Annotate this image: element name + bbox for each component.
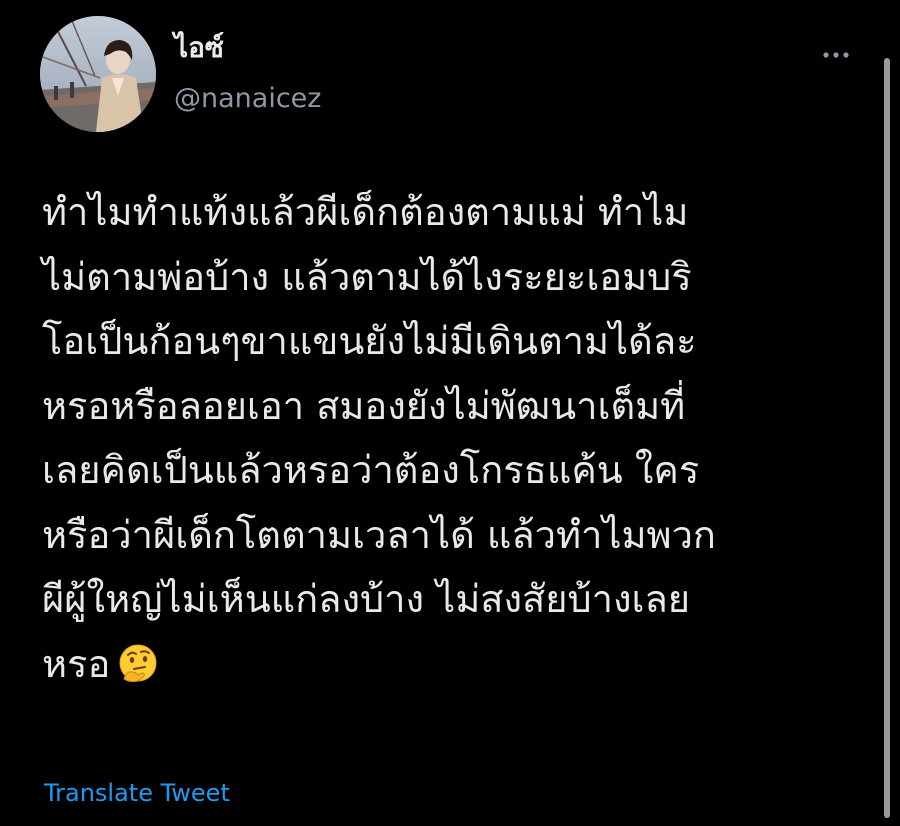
tweet: ไอซ์ @nanaicez ทำไมทำแท้งแล้วผีเด็กต้องต… (0, 0, 900, 826)
tweet-text-line: ผีผู้ใหญ่ไม่เห็นแก่ลงบ้าง ไม่สงสัยบ้างเล… (42, 577, 691, 621)
tweet-text: ทำไมทำแท้งแล้วผีเด็กต้องตามแม่ ทำไม ไม่ต… (42, 180, 842, 696)
thinking-face-emoji-icon (118, 643, 158, 683)
more-options-icon (823, 52, 849, 58)
user-handle[interactable]: @nanaicez (174, 82, 321, 116)
tweet-text-line: ไม่ตามพ่อบ้าง แล้วตามได้ไงระยะเอมบริ (42, 254, 692, 299)
tweet-text-line: ทำไมทำแท้งแล้วผีเด็กต้องตามแม่ ทำไม (42, 190, 689, 234)
tweet-text-line: โอเป็นก้อนๆขาแขนยังไม่มีเดินตามได้ละ (42, 319, 697, 363)
scrollbar[interactable] (884, 58, 890, 818)
tweet-text-line: หรือว่าผีเด็กโตตามเวลาได้ แล้วทำไมพวก (42, 512, 716, 557)
avatar[interactable] (40, 16, 156, 132)
profile-photo-icon (40, 16, 156, 132)
display-name[interactable]: ไอซ์ (174, 30, 224, 66)
tweet-text-line: หรอหรือลอยเอา สมองยังไม่พัฒนาเต็มที่ (42, 383, 686, 428)
more-options-button[interactable] (818, 40, 854, 70)
tweet-text-line: เลยคิดเป็นแล้วหรอว่าต้องโกรธแค้น ใคร (42, 448, 700, 492)
tweet-text-last-line: หรอ (42, 632, 842, 697)
tweet-text-line: หรอ (42, 641, 111, 686)
translate-tweet-link[interactable]: Translate Tweet (44, 776, 230, 810)
